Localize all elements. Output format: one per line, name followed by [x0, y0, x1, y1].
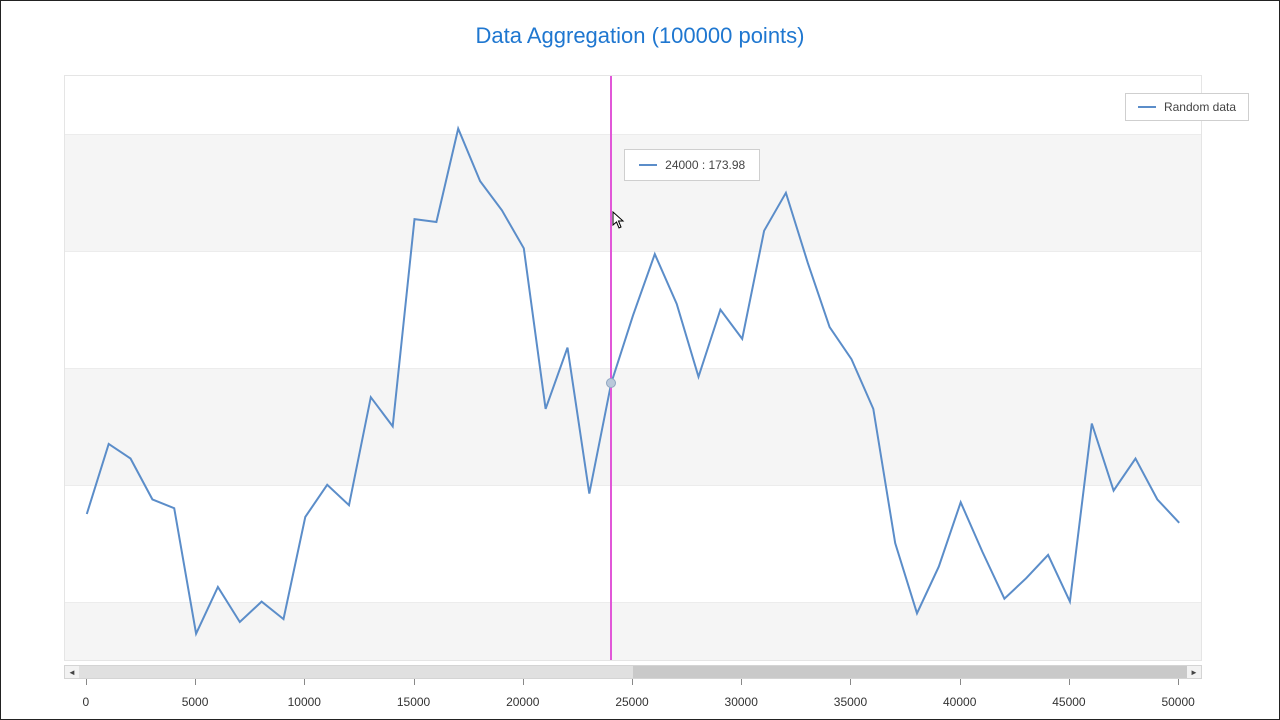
x-tick-mark	[741, 679, 742, 685]
scroll-track[interactable]	[79, 666, 1187, 678]
tooltip-text: 24000 : 173.98	[665, 158, 745, 172]
x-tick-mark	[414, 679, 415, 685]
chart-title: Data Aggregation (100000 points)	[1, 23, 1279, 49]
x-tick-mark	[960, 679, 961, 685]
x-tick-mark	[1178, 679, 1179, 685]
scroll-right-button[interactable]: ►	[1187, 666, 1201, 678]
x-tick-label: 45000	[1052, 695, 1085, 709]
x-tick-mark	[850, 679, 851, 685]
x-tick-label: 40000	[943, 695, 976, 709]
hover-tooltip: 24000 : 173.98	[624, 149, 760, 181]
x-tick-label: 15000	[397, 695, 430, 709]
hover-marker	[606, 378, 616, 388]
legend[interactable]: Random data	[1125, 93, 1249, 121]
x-scrollbar[interactable]: ◄ ►	[64, 665, 1202, 679]
scroll-thumb[interactable]	[79, 666, 633, 678]
x-tick-mark	[632, 679, 633, 685]
x-tick-mark	[304, 679, 305, 685]
chevron-left-icon: ◄	[68, 668, 76, 677]
series-swatch-icon	[1138, 106, 1156, 108]
x-tick-mark	[86, 679, 87, 685]
scroll-left-button[interactable]: ◄	[65, 666, 79, 678]
x-tick-label: 0	[83, 695, 90, 709]
x-tick-label: 50000	[1161, 695, 1194, 709]
chart-frame: Data Aggregation (100000 points) -200020…	[0, 0, 1280, 720]
x-tick-label: 20000	[506, 695, 539, 709]
x-tick-mark	[195, 679, 196, 685]
x-tick-label: 5000	[182, 695, 209, 709]
legend-label: Random data	[1164, 100, 1236, 114]
x-tick-mark	[523, 679, 524, 685]
series-swatch-icon	[639, 164, 657, 166]
chevron-right-icon: ►	[1190, 668, 1198, 677]
x-tick-label: 35000	[834, 695, 867, 709]
x-tick-label: 25000	[615, 695, 648, 709]
x-tick-label: 30000	[725, 695, 758, 709]
x-tick-label: 10000	[288, 695, 321, 709]
x-tick-mark	[1069, 679, 1070, 685]
